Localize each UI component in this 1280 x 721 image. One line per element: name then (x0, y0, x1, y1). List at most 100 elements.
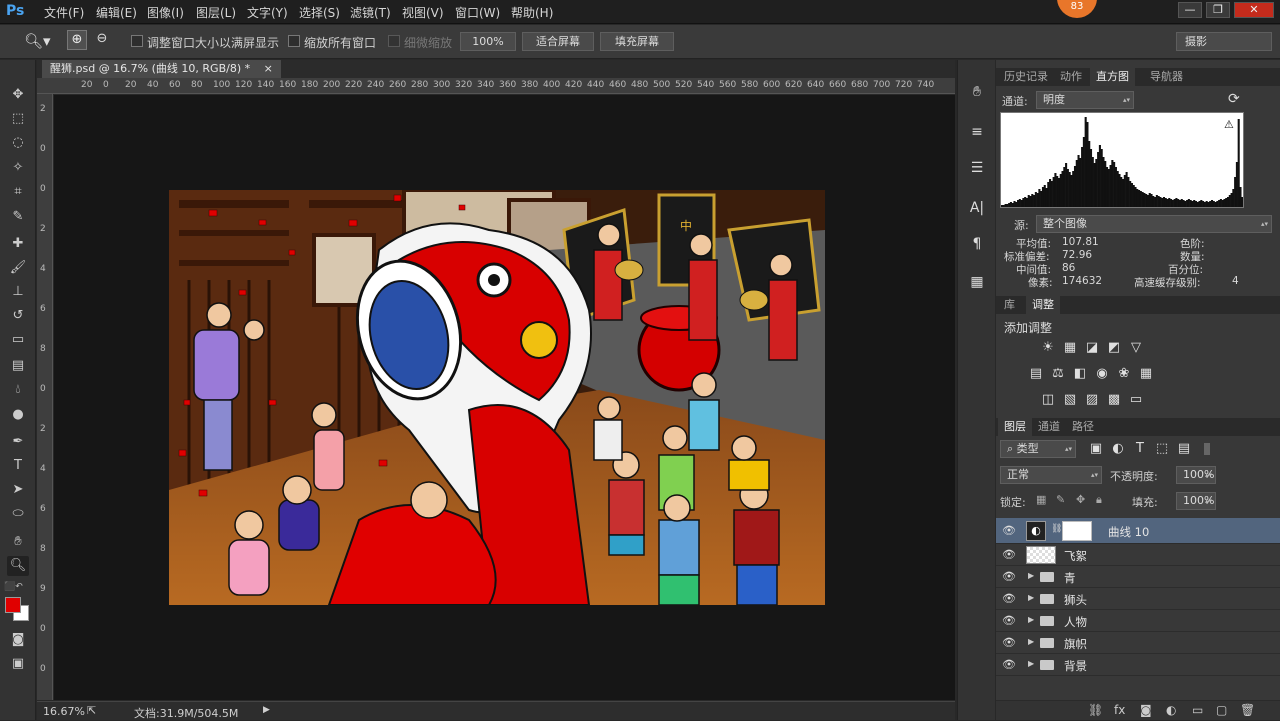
refresh-icon[interactable]: ⟳ (1228, 91, 1240, 107)
character-panel-icon[interactable]: A| (966, 198, 988, 218)
quick-mask-icon[interactable]: ◙ (7, 630, 29, 650)
crop-tool-icon[interactable]: ⌗ (7, 182, 29, 202)
paragraph-panel-icon[interactable]: ¶ (966, 234, 988, 254)
menu-window[interactable]: 窗口(W) (455, 4, 500, 21)
layer-filter-select[interactable]: ⌕ 类型 (1000, 440, 1076, 458)
blend-mode-select[interactable]: 正常 (1000, 466, 1102, 484)
eraser-tool-icon[interactable]: ▭ (7, 330, 29, 350)
foreground-color-swatch[interactable] (5, 597, 21, 613)
add-mask-icon[interactable]: ◙ (1140, 703, 1152, 717)
healing-brush-icon[interactable]: ✚ (7, 234, 29, 254)
menu-layer[interactable]: 图层(L) (196, 4, 236, 21)
layer-mask-thumbnail[interactable] (1062, 521, 1092, 541)
resize-windows-checkbox[interactable] (131, 35, 143, 47)
tab-actions[interactable]: 动作 (1054, 68, 1088, 86)
hand-tool-icon[interactable]: ✋︎ (7, 532, 29, 552)
menu-help[interactable]: 帮助(H) (511, 4, 553, 21)
fit-screen-button[interactable]: 适合屏幕 (522, 32, 594, 51)
layer-row[interactable]: 👁︎ ◐ ⛓ 曲线 10 (996, 518, 1280, 544)
selective-color-icon[interactable]: ▩ (1106, 392, 1122, 408)
visibility-eye-icon[interactable]: 👁︎ (1002, 636, 1016, 650)
filter-shape-icon[interactable]: ⬚ (1154, 441, 1170, 457)
filter-adjustment-icon[interactable]: ◐ (1110, 441, 1126, 457)
marquee-tool-icon[interactable]: ⬚ (7, 109, 29, 129)
ellipse-tool-icon[interactable]: ⬭ (7, 504, 29, 524)
tab-libraries[interactable]: 库 (998, 296, 1021, 314)
filter-type-icon[interactable]: T (1132, 441, 1148, 457)
black-white-icon[interactable]: ◧ (1072, 366, 1088, 382)
visibility-eye-icon[interactable]: 👁︎ (1002, 592, 1016, 606)
brush-presets-icon[interactable]: ☰ (966, 158, 988, 178)
status-menu-arrow-icon[interactable]: ▶ (263, 705, 270, 715)
channel-select[interactable]: 明度 (1036, 91, 1134, 109)
photo-filter-icon[interactable]: ◉ (1094, 366, 1110, 382)
lasso-tool-icon[interactable]: ◌ (7, 133, 29, 153)
menu-filter[interactable]: 滤镜(T) (350, 4, 391, 21)
zoom-out-icon[interactable]: ⊖ (92, 30, 112, 50)
fill-input[interactable]: 100% (1176, 492, 1216, 510)
properties-panel-icon[interactable]: ▦ (966, 272, 988, 292)
tab-history[interactable]: 历史记录 (998, 68, 1054, 86)
expand-group-icon[interactable]: ▶ (1028, 571, 1034, 580)
pen-tool-icon[interactable]: ✒ (7, 432, 29, 452)
brightness-icon[interactable]: ☀ (1040, 340, 1056, 356)
document-tab[interactable]: 醒狮.psd @ 16.7% (曲线 10, RGB/8) * × (42, 60, 281, 78)
menu-type[interactable]: 文字(Y) (247, 4, 288, 21)
tab-navigator[interactable]: 导航器 (1144, 68, 1189, 86)
type-tool-icon[interactable]: T (7, 456, 29, 476)
layer-row[interactable]: 👁︎ ▶ 青 (996, 566, 1280, 588)
default-colors-icon[interactable]: ⬛↶ (4, 582, 23, 592)
zoom-tool-icon[interactable]: 🔍︎ (7, 556, 29, 576)
threshold-icon[interactable]: ▨ (1084, 392, 1100, 408)
gradient-tool-icon[interactable]: ▤ (7, 356, 29, 376)
levels-icon[interactable]: ▦ (1062, 340, 1078, 356)
dodge-tool-icon[interactable]: ● (7, 405, 29, 425)
layer-name[interactable]: 旗帜 (1064, 636, 1087, 652)
invert-icon[interactable]: ◫ (1040, 392, 1056, 408)
layer-name[interactable]: 曲线 10 (1108, 524, 1149, 540)
filter-toggle[interactable] (1204, 443, 1210, 455)
layer-row[interactable]: 👁︎ 飞絮 (996, 544, 1280, 566)
zoom-100-button[interactable]: 100% (460, 32, 516, 51)
layer-row[interactable]: 👁︎ ▶ 狮头 (996, 588, 1280, 610)
close-window-button[interactable]: ✕ (1234, 2, 1274, 18)
tab-paths[interactable]: 路径 (1066, 418, 1100, 436)
layer-name[interactable]: 青 (1064, 570, 1076, 586)
exposure-icon[interactable]: ◩ (1106, 340, 1122, 356)
visibility-eye-icon[interactable]: 👁︎ (1002, 548, 1016, 562)
filter-pixel-icon[interactable]: ▣ (1088, 441, 1104, 457)
tab-layers[interactable]: 图层 (998, 418, 1032, 436)
new-layer-icon[interactable]: ▢ (1216, 703, 1227, 717)
layer-name[interactable]: 背景 (1064, 658, 1087, 674)
zoom-level[interactable]: 16.67% (43, 705, 85, 718)
vibrance-icon[interactable]: ▽ (1128, 340, 1144, 356)
delete-layer-icon[interactable]: 🗑︎ (1240, 703, 1255, 717)
menu-image[interactable]: 图像(I) (147, 4, 184, 21)
gradient-map-icon[interactable]: ▭ (1128, 392, 1144, 408)
blur-tool-icon[interactable]: 💧︎ (7, 380, 29, 400)
opacity-input[interactable]: 100% (1176, 466, 1216, 484)
zoom-in-icon[interactable]: ⊕ (67, 30, 87, 50)
move-tool-icon[interactable]: ✥ (7, 85, 29, 105)
mask-link-icon[interactable]: ⛓ (1051, 524, 1062, 534)
layer-name[interactable]: 人物 (1064, 614, 1087, 630)
expand-group-icon[interactable]: ▶ (1028, 659, 1034, 668)
new-adjustment-icon[interactable]: ◐ (1166, 703, 1176, 717)
layer-name[interactable]: 狮头 (1064, 592, 1087, 608)
layer-row[interactable]: 👁︎ ▶ 旗帜 (996, 632, 1280, 654)
layer-name[interactable]: 飞絮 (1064, 548, 1087, 564)
history-brush-dock-icon[interactable]: ✋︎ (966, 82, 988, 102)
artwork-image[interactable]: 中 (169, 190, 825, 605)
menu-view[interactable]: 视图(V) (402, 4, 444, 21)
cache-warning-icon[interactable]: ⚠ (1224, 118, 1234, 131)
expand-group-icon[interactable]: ▶ (1028, 593, 1034, 602)
visibility-eye-icon[interactable]: 👁︎ (1002, 570, 1016, 584)
magic-wand-icon[interactable]: ✧ (7, 158, 29, 178)
color-lookup-icon[interactable]: ▦ (1138, 366, 1154, 382)
hue-saturation-icon[interactable]: ▤ (1028, 366, 1044, 382)
source-select[interactable]: 整个图像 (1036, 215, 1272, 233)
lock-pixels-icon[interactable]: ✎ (1056, 493, 1065, 506)
brush-tool-icon[interactable]: 🖌︎ (7, 258, 29, 278)
scrubby-zoom-checkbox[interactable] (388, 35, 400, 47)
expand-group-icon[interactable]: ▶ (1028, 637, 1034, 646)
